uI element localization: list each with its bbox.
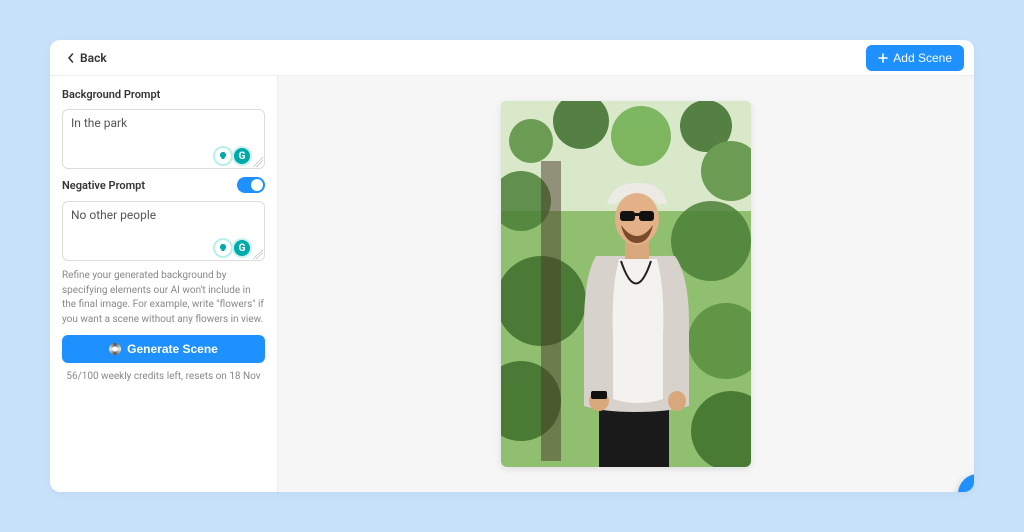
scene-preview[interactable] [501, 101, 751, 467]
chat-fab[interactable] [958, 474, 974, 492]
canvas [278, 76, 974, 492]
sparkle-icon [109, 343, 121, 355]
textarea-tools: G [215, 240, 250, 256]
chevron-left-icon [66, 53, 76, 63]
resize-handle-icon[interactable] [253, 157, 263, 167]
body: Background Prompt In the park G Negative… [50, 76, 974, 492]
plus-icon [878, 53, 888, 63]
topbar: Back Add Scene [50, 40, 974, 76]
generate-label: Generate Scene [127, 342, 218, 356]
credits-text: 56/100 weekly credits left, resets on 18… [62, 371, 265, 382]
negative-prompt-help: Refine your generated background by spec… [62, 269, 265, 327]
grammar-assistant-icon[interactable]: G [234, 240, 250, 256]
sidebar: Background Prompt In the park G Negative… [50, 76, 278, 492]
add-scene-label: Add Scene [893, 51, 952, 65]
generate-scene-button[interactable]: Generate Scene [62, 335, 265, 363]
chat-icon [969, 485, 974, 492]
negative-prompt-label: Negative Prompt [62, 179, 145, 192]
negative-prompt-toggle[interactable] [237, 177, 265, 193]
background-prompt-input[interactable]: In the park G [62, 109, 265, 169]
resize-handle-icon[interactable] [253, 249, 263, 259]
back-button[interactable]: Back [60, 47, 113, 69]
grammar-assistant-icon[interactable]: G [234, 148, 250, 164]
suggestion-icon[interactable] [215, 148, 231, 164]
negative-prompt-input[interactable]: No other people G [62, 201, 265, 261]
preview-image [501, 101, 751, 467]
back-label: Back [80, 51, 107, 65]
add-scene-button[interactable]: Add Scene [866, 45, 964, 71]
suggestion-icon[interactable] [215, 240, 231, 256]
textarea-tools: G [215, 148, 250, 164]
background-prompt-label: Background Prompt [62, 88, 265, 101]
app-window: Back Add Scene Background Prompt In the … [50, 40, 974, 492]
